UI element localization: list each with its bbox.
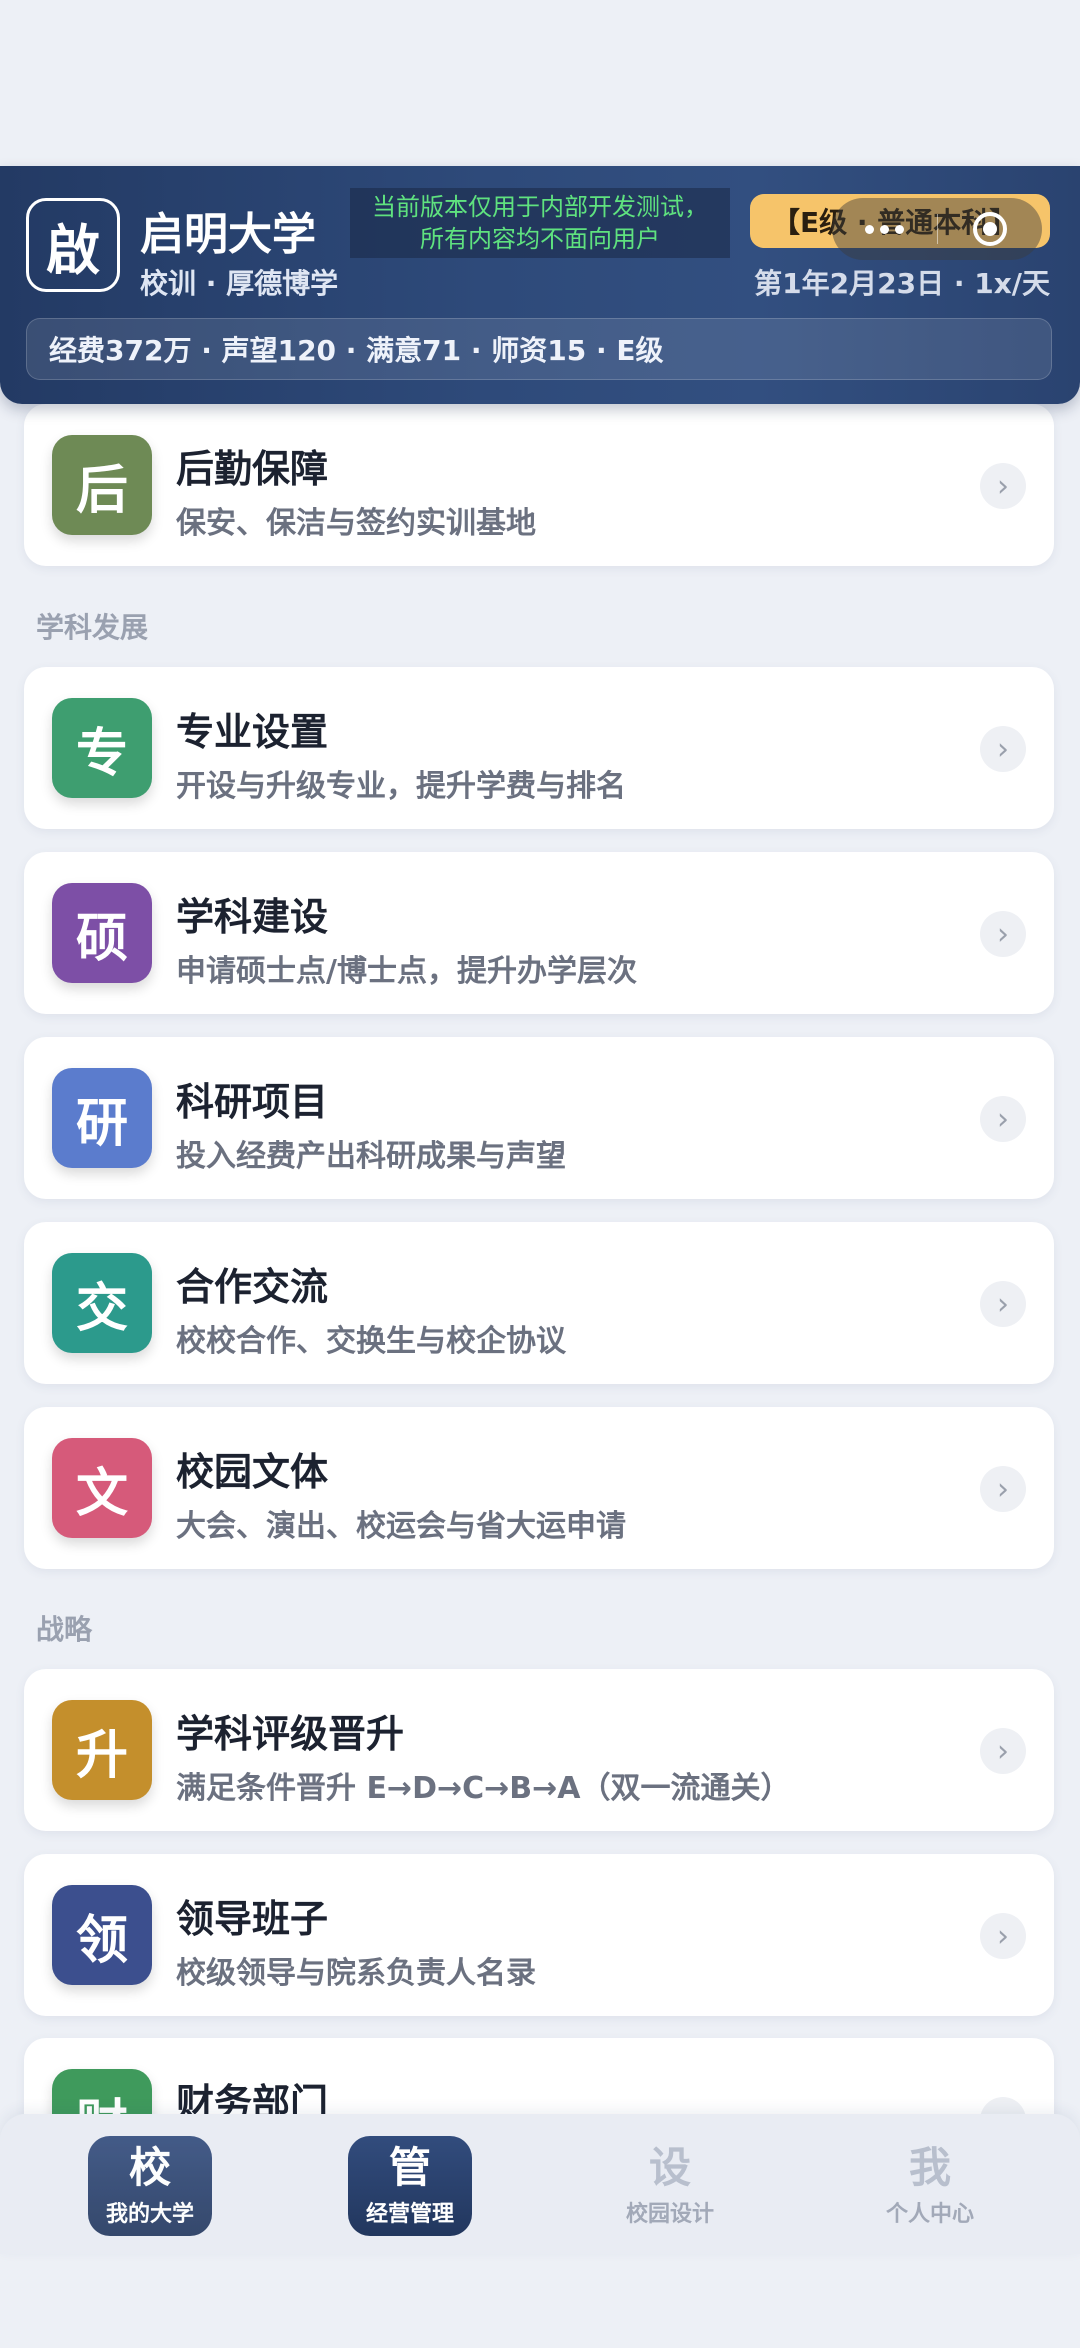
- card-title: 领导班子: [176, 1897, 329, 1941]
- card-research[interactable]: 研 科研项目 投入经费产出科研成果与声望 ›: [24, 1037, 1054, 1199]
- nav-campus-design[interactable]: 设 校园设计: [608, 2136, 732, 2236]
- dev-notice-line1: 当前版本仅用于内部开发测试，: [372, 193, 708, 221]
- design-icon: 设: [648, 2143, 691, 2192]
- card-subtitle: 保安、保洁与签约实训基地: [176, 506, 536, 541]
- card-title: 合作交流: [176, 1265, 329, 1309]
- card-discipline-building[interactable]: 硕 学科建设 申请硕士点/博士点，提升办学层次 ›: [24, 852, 1054, 1014]
- nav-label: 个人中心: [885, 2202, 974, 2227]
- card-subtitle: 投入经费产出科研成果与声望: [176, 1139, 566, 1174]
- card-title: 校园文体: [176, 1450, 329, 1494]
- university-header: 啟 启明大学 校训 · 厚德博学 当前版本仅用于内部开发测试， 所有内容均不面向…: [0, 166, 1080, 404]
- culture-icon: 文: [52, 1438, 152, 1538]
- chevron-right-icon: ›: [980, 1728, 1026, 1774]
- nav-my-university[interactable]: 校 我的大学: [88, 2136, 212, 2236]
- management-icon: 管: [388, 2143, 431, 2192]
- research-icon: 研: [52, 1068, 152, 1168]
- masters-icon: 硕: [52, 883, 152, 983]
- card-subtitle: 开设与升级专业，提升学费与排名: [176, 769, 626, 804]
- upgrade-icon: 升: [52, 1700, 152, 1800]
- more-icon[interactable]: [832, 224, 937, 234]
- card-subtitle: 校级领导与院系负责人名录: [176, 1956, 536, 1991]
- dev-notice-line2: 所有内容均不面向用户: [420, 225, 660, 253]
- card-subtitle: 满足条件晋升 E→D→C→B→A（双一流通关）: [176, 1771, 791, 1806]
- card-rating-upgrade[interactable]: 升 学科评级晋升 满足条件晋升 E→D→C→B→A（双一流通关） ›: [24, 1669, 1054, 1831]
- chevron-right-icon: ›: [980, 2097, 1026, 2114]
- card-title: 财务部门: [176, 2081, 329, 2114]
- card-logistics[interactable]: 后 后勤保障 保安、保洁与签约实训基地 ›: [24, 404, 1054, 566]
- stats-bar: 经费372万 · 声望120 · 满意71 · 师资15 · E级: [26, 318, 1052, 380]
- dev-notice: 当前版本仅用于内部开发测试， 所有内容均不面向用户: [350, 188, 730, 258]
- miniprogram-capsule[interactable]: [832, 198, 1042, 260]
- profile-icon: 我: [908, 2143, 951, 2192]
- nav-management[interactable]: 管 经营管理: [348, 2136, 472, 2236]
- card-finance[interactable]: 财 财务部门 ›: [24, 2038, 1054, 2114]
- card-title: 科研项目: [176, 1080, 329, 1124]
- card-title: 专业设置: [176, 710, 329, 754]
- nav-label: 经营管理: [365, 2202, 454, 2227]
- card-leadership[interactable]: 领 领导班子 校级领导与院系负责人名录 ›: [24, 1854, 1054, 2016]
- card-majors[interactable]: 专 专业设置 开设与升级专业，提升学费与排名 ›: [24, 667, 1054, 829]
- university-motto: 校训 · 厚德博学: [140, 267, 339, 300]
- chevron-right-icon: ›: [980, 1913, 1026, 1959]
- chevron-right-icon: ›: [980, 1466, 1026, 1512]
- card-campus-culture[interactable]: 文 校园文体 大会、演出、校运会与省大运申请 ›: [24, 1407, 1054, 1569]
- leadership-icon: 领: [52, 1885, 152, 1985]
- card-title: 学科建设: [176, 895, 329, 939]
- game-date-speed: 第1年2月23日 · 1x/天: [754, 267, 1050, 300]
- bottom-nav: 校 我的大学 管 经营管理 设 校园设计 我 个人中心: [0, 2114, 1080, 2254]
- majors-icon: 专: [52, 698, 152, 798]
- finance-icon: 财: [52, 2069, 152, 2114]
- university-icon: 校: [128, 2143, 171, 2192]
- card-cooperation[interactable]: 交 合作交流 校校合作、交换生与校企协议 ›: [24, 1222, 1054, 1384]
- chevron-right-icon: ›: [980, 1281, 1026, 1327]
- logistics-icon: 后: [52, 435, 152, 535]
- card-title: 学科评级晋升: [176, 1712, 405, 1756]
- chevron-right-icon: ›: [980, 1096, 1026, 1142]
- card-title: 后勤保障: [176, 447, 329, 491]
- close-target-icon[interactable]: [938, 212, 1043, 246]
- section-label-discipline: 学科发展: [36, 611, 149, 644]
- card-subtitle: 校校合作、交换生与校企协议: [176, 1324, 566, 1359]
- card-subtitle: 大会、演出、校运会与省大运申请: [176, 1509, 626, 1544]
- exchange-icon: 交: [52, 1253, 152, 1353]
- university-name: 启明大学: [140, 209, 316, 260]
- chevron-right-icon: ›: [980, 911, 1026, 957]
- section-label-strategy: 战略: [36, 1613, 93, 1646]
- chevron-right-icon: ›: [980, 463, 1026, 509]
- chevron-right-icon: ›: [980, 726, 1026, 772]
- nav-profile[interactable]: 我 个人中心: [868, 2136, 992, 2236]
- card-subtitle: 申请硕士点/博士点，提升办学层次: [176, 954, 637, 989]
- nav-label: 校园设计: [625, 2202, 714, 2227]
- university-logo: 啟: [26, 198, 120, 292]
- nav-label: 我的大学: [105, 2202, 194, 2227]
